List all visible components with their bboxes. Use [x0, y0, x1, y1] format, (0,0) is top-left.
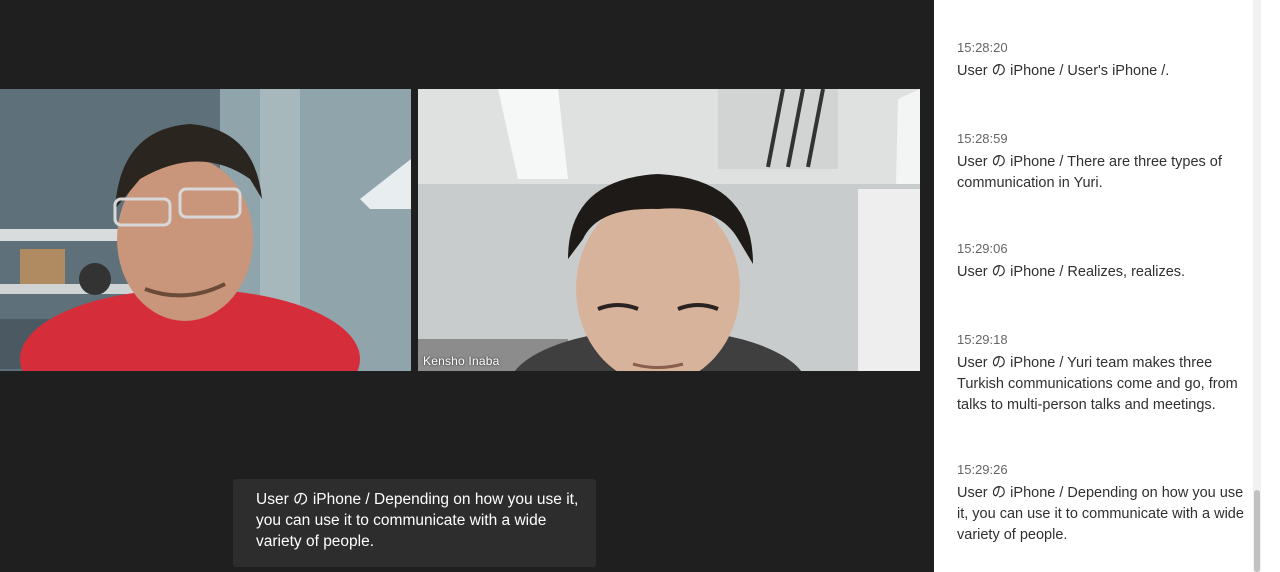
transcript-panel[interactable]: 15:28:20 User の iPhone / User's iPhone /… — [934, 0, 1253, 572]
transcript-entry: 15:29:18 User の iPhone / Yuri team makes… — [957, 332, 1253, 416]
transcript-entry: 15:29:06 User の iPhone / Realizes, reali… — [957, 241, 1253, 283]
live-caption: User の iPhone / Depending on how you use… — [233, 479, 596, 567]
transcript-timestamp: 15:29:18 — [957, 332, 1008, 347]
transcript-entry: 15:28:20 User の iPhone / User's iPhone /… — [957, 40, 1253, 82]
transcript-timestamp: 15:29:06 — [957, 241, 1008, 256]
meeting-stage: Kensho Inaba User の iPhone / Depending o… — [0, 0, 934, 572]
transcript-entry: 15:29:26 User の iPhone / Depending on ho… — [957, 462, 1253, 546]
transcript-timestamp: 15:29:26 — [957, 462, 1008, 477]
window-edge — [1261, 0, 1280, 572]
transcript-entry: 15:28:59 User の iPhone / There are three… — [957, 131, 1253, 194]
transcript-scrollbar-thumb[interactable] — [1254, 490, 1260, 572]
participant-video-tile[interactable] — [0, 89, 411, 371]
transcript-timestamp: 15:28:20 — [957, 40, 1008, 55]
transcript-text: User の iPhone / Realizes, realizes. — [957, 264, 1186, 280]
live-caption-text: User の iPhone / Depending on how you use… — [256, 491, 579, 550]
transcript-text: User の iPhone / User's iPhone /. — [957, 63, 1170, 79]
transcript-text: User の iPhone / Yuri team makes three Tu… — [957, 355, 1238, 413]
participant-video-tile-kensho[interactable]: Kensho Inaba — [418, 89, 920, 371]
transcript-text: User の iPhone / There are three types of… — [957, 154, 1222, 191]
participant-video-feed — [0, 89, 411, 371]
transcript-scrollbar-track[interactable] — [1253, 0, 1261, 572]
participant-video-feed — [418, 89, 920, 371]
transcript-text: User の iPhone / Depending on how you use… — [957, 485, 1244, 543]
transcript-timestamp: 15:28:59 — [957, 131, 1008, 146]
participant-name-label: Kensho Inaba — [423, 354, 500, 368]
